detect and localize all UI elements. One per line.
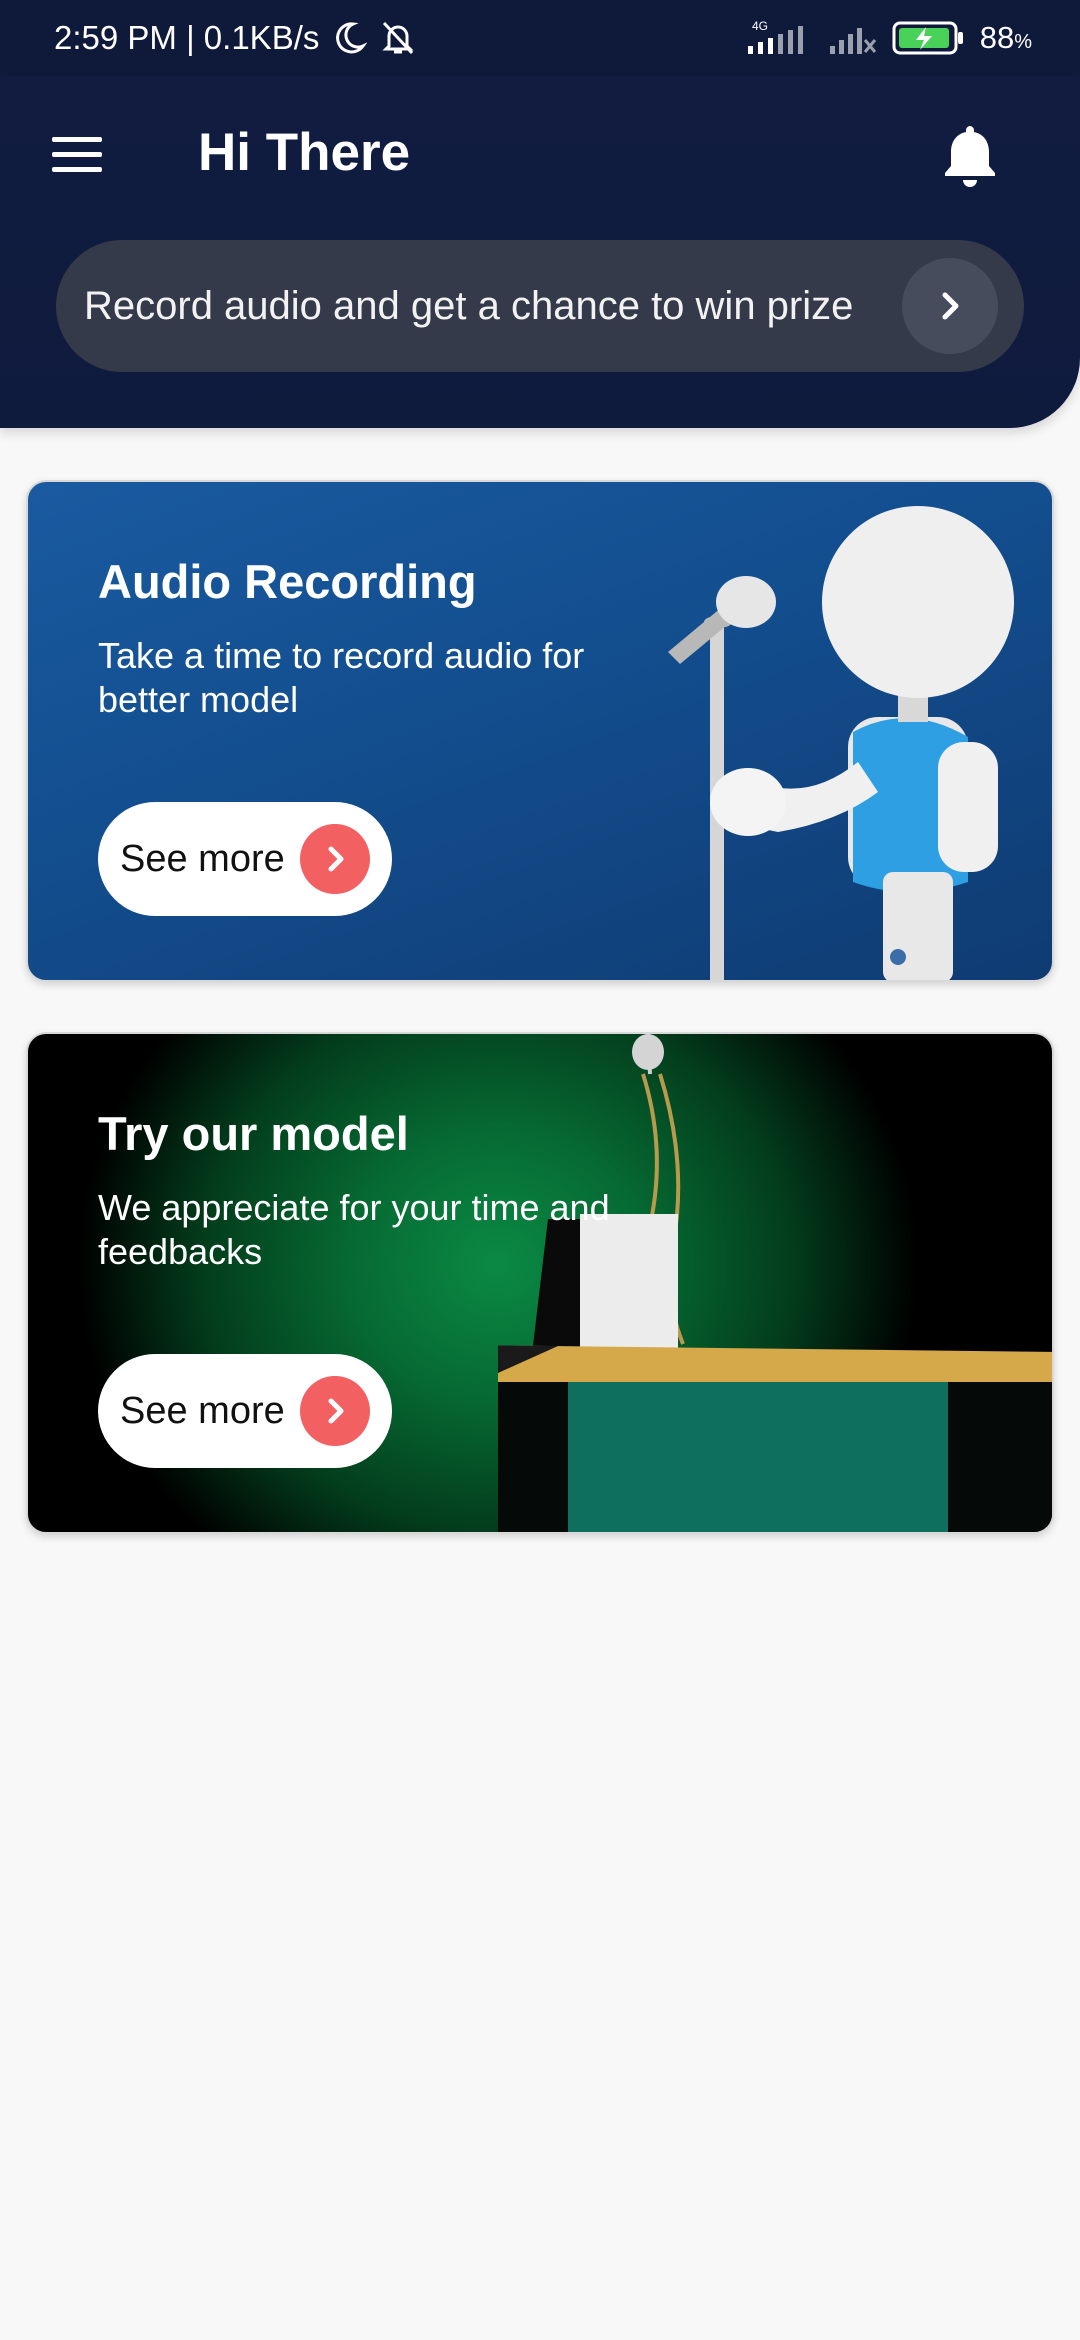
see-more-button[interactable]: See more xyxy=(98,1354,392,1468)
network-type: 4G xyxy=(752,19,768,33)
status-left: 2:59 PM | 0.1KB/s xyxy=(54,19,417,57)
battery-percent-value: 88 xyxy=(979,20,1015,55)
card-title: Audio Recording xyxy=(98,555,477,608)
battery-percent: 88% xyxy=(980,20,1032,56)
podium-microphone-illustration xyxy=(498,1034,1052,1532)
status-right: 4G 88% xyxy=(744,18,1032,58)
see-more-label: See more xyxy=(120,837,285,880)
moon-icon xyxy=(331,20,368,56)
audio-recording-card[interactable]: Audio Recording Take a time to record au… xyxy=(26,480,1054,982)
bell-icon[interactable] xyxy=(938,120,1002,190)
hamburger-menu-icon[interactable] xyxy=(40,126,112,182)
menu-line xyxy=(52,151,102,157)
see-more-label: See more xyxy=(120,1389,285,1432)
status-bar: 2:59 PM | 0.1KB/s 4G 88% xyxy=(0,0,1080,76)
battery-charging-icon xyxy=(892,19,966,57)
chevron-right-icon xyxy=(300,824,370,894)
battery-percent-unit: % xyxy=(1014,31,1032,53)
signal-off-icon xyxy=(828,18,878,58)
promo-banner-text: Record audio and get a chance to win pri… xyxy=(84,283,854,328)
try-model-card[interactable]: Try our model We appreciate for your tim… xyxy=(26,1032,1054,1534)
robot-microphone-illustration xyxy=(668,506,1014,980)
promo-banner[interactable]: Record audio and get a chance to win pri… xyxy=(56,240,1024,372)
chevron-right-icon[interactable] xyxy=(902,258,998,354)
app-header: Hi There Record audio and get a chance t… xyxy=(0,76,1080,428)
card-description: We appreciate for your time and feedback… xyxy=(98,1187,610,1272)
signal-icon: 4G xyxy=(744,18,814,58)
see-more-button[interactable]: See more xyxy=(98,802,392,916)
page-title: Hi There xyxy=(198,123,411,182)
card-title: Try our model xyxy=(98,1107,409,1160)
chevron-right-icon xyxy=(300,1376,370,1446)
card-description: Take a time to record audio for better m… xyxy=(98,635,585,720)
menu-line xyxy=(52,136,102,142)
status-time: 2:59 PM | 0.1KB/s xyxy=(54,19,320,56)
menu-line xyxy=(52,166,102,172)
bell-off-icon xyxy=(379,19,417,57)
